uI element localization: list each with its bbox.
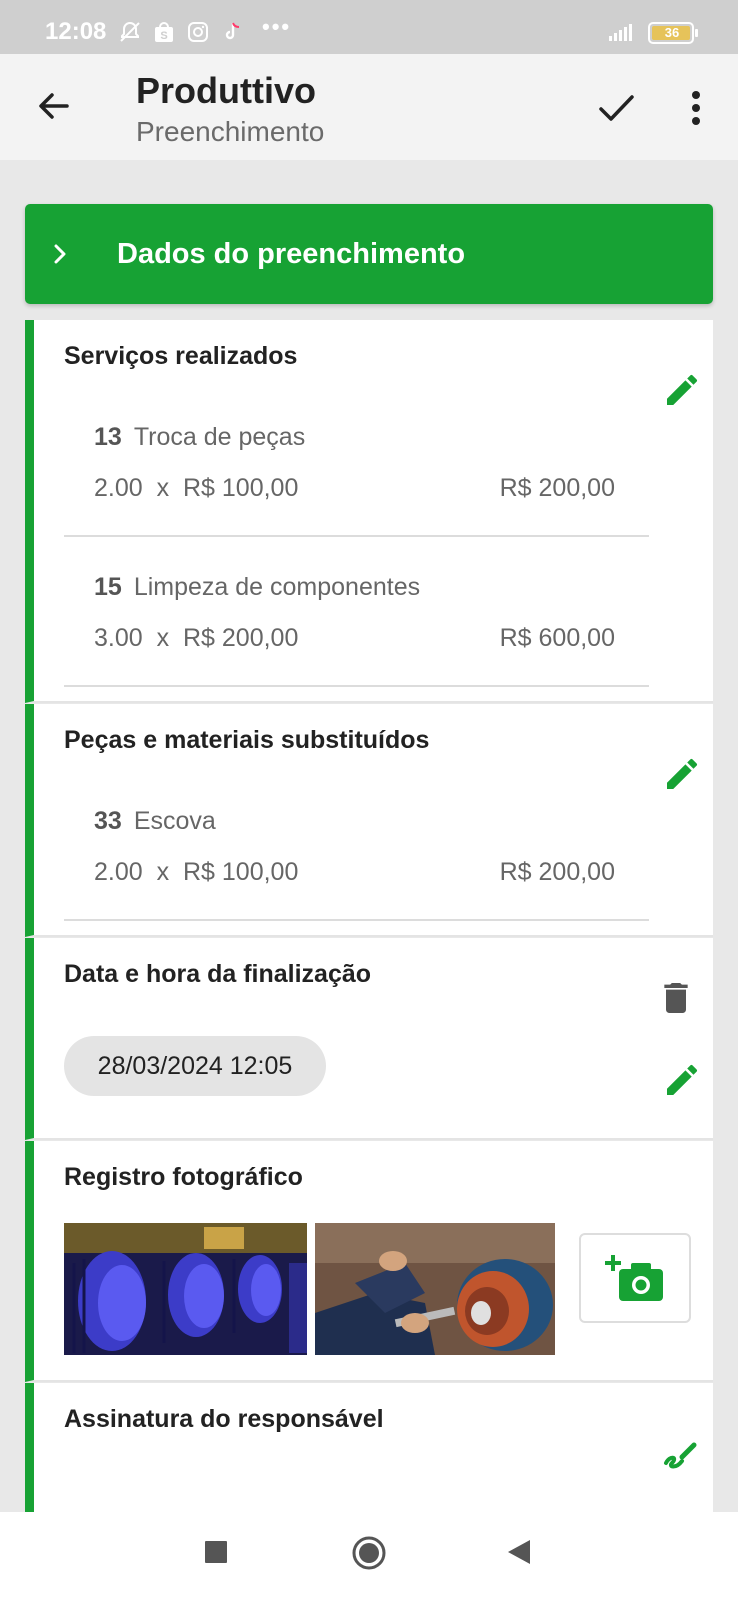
services-title: Serviços realizados bbox=[64, 342, 298, 370]
services-card: Serviços realizados 13 Troca de peças 2.0… bbox=[25, 320, 713, 703]
photos-title: Registro fotográfico bbox=[64, 1163, 303, 1191]
service-item-2-qty: 3.00 bbox=[94, 624, 143, 652]
back-nav-icon[interactable] bbox=[506, 1538, 532, 1571]
confirm-check-icon[interactable] bbox=[596, 88, 636, 128]
service-item-2-name: Limpeza de componentes bbox=[133, 573, 421, 601]
photos-card: Registro fotográfico bbox=[25, 1141, 713, 1382]
service-item-1-qty: 2.00 bbox=[94, 474, 143, 502]
finalization-datetime[interactable]: 28/03/2024 12:05 bbox=[64, 1036, 326, 1096]
bell-off-icon bbox=[118, 20, 142, 44]
parts-card: Peças e materiais substituídos 33 Escova … bbox=[25, 704, 713, 937]
page-subtitle: Preenchimento bbox=[136, 116, 325, 147]
chevron-right-icon bbox=[51, 242, 69, 266]
recent-apps-icon[interactable] bbox=[204, 1540, 228, 1569]
part-item-1-heading: 33 Escova bbox=[94, 807, 216, 836]
service-item-2-calc: 3.00 x R$ 200,00 bbox=[94, 624, 298, 653]
service-item-1-total: R$ 200,00 bbox=[499, 474, 615, 502]
signature-card: Assinatura do responsável bbox=[25, 1383, 713, 1512]
part-item-1-times: x bbox=[156, 858, 170, 886]
instagram-icon bbox=[186, 20, 210, 44]
signature-title: Assinatura do responsável bbox=[64, 1405, 384, 1433]
divider bbox=[64, 535, 649, 537]
pencil-icon[interactable] bbox=[662, 370, 702, 410]
part-item-1-qty: 2.00 bbox=[94, 858, 143, 886]
service-item-2-number: 15 bbox=[94, 573, 122, 601]
service-item-1-times: x bbox=[156, 474, 170, 502]
part-item-1-name: Escova bbox=[133, 807, 216, 835]
signal-icon bbox=[608, 22, 638, 47]
more-vert-icon[interactable] bbox=[680, 88, 712, 128]
service-item-2-heading: 15 Limpeza de componentes bbox=[94, 573, 420, 602]
pencil-icon[interactable] bbox=[662, 1060, 702, 1100]
section-header-label: Dados do preenchimento bbox=[117, 238, 466, 270]
service-item-2-price: R$ 200,00 bbox=[182, 624, 299, 652]
section-header-toggle[interactable]: Dados do preenchimento bbox=[25, 204, 713, 304]
service-item-1-name: Troca de peças bbox=[133, 423, 306, 451]
add-photo-button[interactable] bbox=[579, 1233, 691, 1323]
service-item-1-calc: 2.00 x R$ 100,00 bbox=[94, 474, 298, 503]
signature-draw-icon[interactable] bbox=[660, 1433, 700, 1473]
home-icon[interactable] bbox=[352, 1536, 386, 1575]
parts-title: Peças e materiais substituídos bbox=[64, 726, 430, 754]
part-item-1-calc: 2.00 x R$ 100,00 bbox=[94, 858, 298, 887]
app-bar: Produttivo Preenchimento bbox=[0, 54, 738, 160]
more-notifications-icon: ••• bbox=[262, 14, 292, 39]
shop-icon: S bbox=[152, 20, 176, 44]
finalization-card: Data e hora da finalização 28/03/2024 12… bbox=[25, 938, 713, 1140]
photo-thumbnail-repair[interactable] bbox=[315, 1223, 555, 1355]
status-time: 12:08 bbox=[45, 18, 107, 45]
page-title: Produttivo bbox=[136, 70, 316, 111]
service-item-1-price: R$ 100,00 bbox=[182, 474, 299, 502]
part-item-1-price: R$ 100,00 bbox=[182, 858, 299, 886]
system-nav-bar bbox=[0, 1512, 738, 1600]
battery-icon: 36 bbox=[648, 22, 698, 44]
status-notification-icons: S bbox=[118, 20, 244, 44]
pencil-icon[interactable] bbox=[662, 754, 702, 794]
divider bbox=[64, 919, 649, 921]
svg-text:S: S bbox=[160, 30, 167, 42]
part-item-1-total: R$ 200,00 bbox=[499, 858, 615, 886]
part-item-1-number: 33 bbox=[94, 807, 122, 835]
battery-level: 36 bbox=[664, 25, 680, 40]
back-arrow-icon[interactable] bbox=[34, 86, 74, 126]
service-item-2-total: R$ 600,00 bbox=[499, 624, 615, 652]
service-item-1-number: 13 bbox=[94, 423, 122, 451]
trash-icon[interactable] bbox=[656, 978, 696, 1018]
service-item-2-times: x bbox=[156, 624, 170, 652]
tiktok-icon bbox=[220, 20, 244, 44]
service-item-1-heading: 13 Troca de peças bbox=[94, 423, 305, 452]
photo-thumbnail-motors[interactable] bbox=[64, 1223, 307, 1355]
finalization-title: Data e hora da finalização bbox=[64, 960, 372, 988]
divider bbox=[64, 685, 649, 687]
